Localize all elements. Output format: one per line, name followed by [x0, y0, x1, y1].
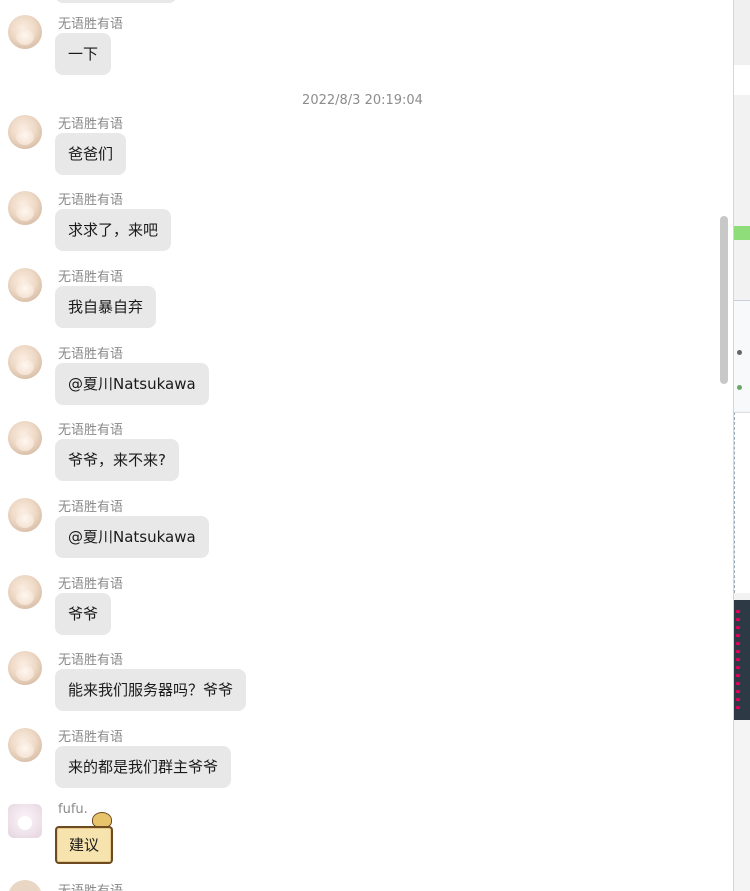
- sender-name: 无语胜有语: [58, 423, 124, 438]
- avatar[interactable]: [8, 345, 42, 379]
- sender-name: 无语胜有语: [58, 347, 124, 362]
- avatar[interactable]: [8, 880, 42, 891]
- side-strip: [737, 385, 742, 390]
- avatar[interactable]: [8, 804, 42, 838]
- partial-message-bubble: [55, 0, 177, 3]
- side-strip: [737, 350, 742, 355]
- background-window-edge: [734, 0, 750, 891]
- scrollbar[interactable]: [716, 0, 730, 891]
- avatar[interactable]: [8, 421, 42, 455]
- message-bubble[interactable]: @夏川Natsukawa: [55, 363, 209, 405]
- avatar[interactable]: [8, 575, 42, 609]
- sender-name: 无语胜有语: [58, 880, 123, 891]
- side-strip: [736, 610, 740, 710]
- message-bubble[interactable]: 爷爷: [55, 593, 112, 635]
- sender-name: 无语胜有语: [58, 193, 124, 208]
- avatar[interactable]: [8, 651, 42, 685]
- message-bubble[interactable]: 来的都是我们群主爷爷: [55, 746, 232, 788]
- message-bubble[interactable]: 能来我们服务器吗？爷爷: [55, 669, 247, 711]
- sender-name: 无语胜有语: [58, 500, 124, 515]
- avatar[interactable]: [8, 728, 42, 762]
- sender-name: fufu.: [58, 802, 88, 817]
- sender-name: 无语胜有语: [58, 653, 124, 668]
- message-timestamp: 2022/8/3 20:19:04: [302, 93, 423, 108]
- avatar[interactable]: [8, 268, 42, 302]
- side-strip: [734, 720, 750, 891]
- scrollbar-thumb[interactable]: [720, 216, 728, 384]
- chat-message-list[interactable]: 无语胜有语 一下 2022/8/3 20:19:04 无语胜有语 爸爸们 无语胜…: [0, 0, 733, 891]
- sender-name: 无语胜有语: [58, 17, 124, 32]
- message-bubble[interactable]: 求求了，来吧: [55, 209, 172, 251]
- message-bubble[interactable]: 爸爸们: [55, 133, 127, 175]
- side-strip: [734, 226, 750, 240]
- sender-name: 无语胜有语: [58, 117, 124, 132]
- message-bubble[interactable]: 我自暴自弃: [55, 286, 157, 328]
- message-bubble[interactable]: @夏川Natsukawa: [55, 516, 209, 558]
- sender-name: 无语胜有语: [58, 270, 124, 285]
- side-strip: [734, 412, 750, 593]
- side-strip: [734, 65, 750, 95]
- message-bubble[interactable]: 一下: [55, 33, 112, 75]
- message-bubble[interactable]: 建议: [55, 826, 114, 864]
- avatar[interactable]: [8, 15, 42, 49]
- side-strip: [734, 300, 750, 411]
- avatar[interactable]: [8, 498, 42, 532]
- sender-name: 无语胜有语: [58, 577, 124, 592]
- side-strip: [734, 0, 750, 65]
- sender-name: 无语胜有语: [58, 730, 124, 745]
- avatar[interactable]: [8, 115, 42, 149]
- message-bubble[interactable]: 爷爷，来不来?: [55, 439, 179, 481]
- avatar[interactable]: [8, 191, 42, 225]
